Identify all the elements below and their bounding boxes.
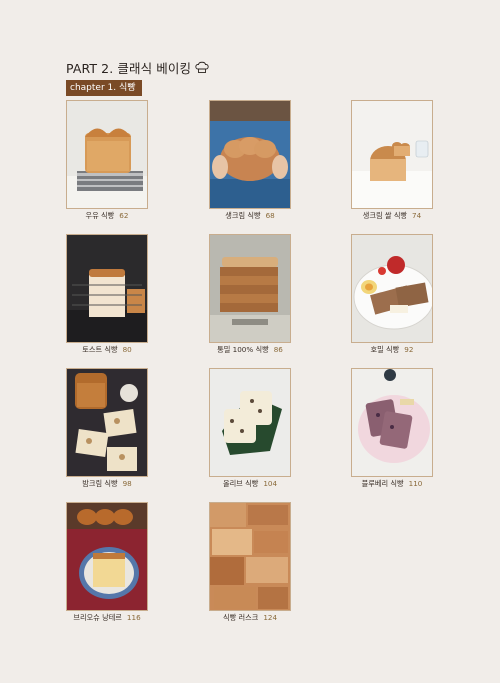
recipe-page: 62 — [119, 211, 129, 220]
recipe-card[interactable]: 식빵 러스크 124 — [209, 502, 291, 622]
recipe-card[interactable]: 밤크림 식빵 98 — [66, 368, 148, 488]
recipe-photo — [351, 100, 433, 209]
recipe-page: 92 — [404, 345, 414, 354]
recipe-photo — [66, 502, 148, 611]
recipe-page: 68 — [265, 211, 275, 220]
recipe-photo — [209, 368, 291, 477]
recipe-name: 호밀 식빵 — [370, 345, 400, 354]
recipe-photo — [66, 100, 148, 209]
recipe-name: 통밀 100% 식빵 — [217, 345, 269, 354]
recipe-caption: 토스트 식빵 80 — [36, 345, 178, 355]
recipe-caption: 통밀 100% 식빵 86 — [179, 345, 321, 355]
recipe-card[interactable]: 통밀 100% 식빵 86 — [209, 234, 291, 354]
recipe-card[interactable]: 토스트 식빵 80 — [66, 234, 148, 354]
recipe-photo — [209, 234, 291, 343]
recipe-name: 우유 식빵 — [85, 211, 115, 220]
recipe-name: 블루베리 식빵 — [361, 479, 404, 488]
recipe-card[interactable]: 우유 식빵 62 — [66, 100, 148, 220]
recipe-card[interactable]: 호밀 식빵 92 — [351, 234, 433, 354]
recipe-page: 116 — [126, 613, 141, 622]
recipe-page: 124 — [263, 613, 278, 622]
recipe-photo — [66, 234, 148, 343]
recipe-page: 74 — [412, 211, 422, 220]
recipe-name: 브리오슈 낭테르 — [73, 613, 122, 622]
recipe-page: 98 — [122, 479, 132, 488]
recipe-caption: 올리브 식빵 104 — [179, 479, 321, 489]
recipe-name: 밤크림 식빵 — [82, 479, 118, 488]
recipe-caption: 생크림 식빵 68 — [179, 211, 321, 221]
recipe-caption: 밤크림 식빵 98 — [36, 479, 178, 489]
recipe-page: 110 — [408, 479, 423, 488]
recipe-caption: 우유 식빵 62 — [36, 211, 178, 221]
recipe-name: 식빵 러스크 — [222, 613, 259, 622]
recipe-name: 생크림 식빵 — [225, 211, 261, 220]
recipe-caption: 생크림 쌀 식빵 74 — [321, 211, 463, 221]
recipe-card[interactable]: 블루베리 식빵 110 — [351, 368, 433, 488]
recipe-photo — [209, 100, 291, 209]
recipe-photo — [351, 368, 433, 477]
recipe-name: 생크림 쌀 식빵 — [362, 211, 408, 220]
recipe-caption: 호밀 식빵 92 — [321, 345, 463, 355]
recipe-caption: 식빵 러스크 124 — [179, 613, 321, 623]
recipe-page: 80 — [122, 345, 132, 354]
recipe-photo — [66, 368, 148, 477]
recipe-card[interactable]: 생크림 식빵 68 — [209, 100, 291, 220]
recipe-page: 86 — [273, 345, 283, 354]
recipe-card[interactable]: 생크림 쌀 식빵 74 — [351, 100, 433, 220]
recipe-card[interactable]: 올리브 식빵 104 — [209, 368, 291, 488]
recipe-card[interactable]: 브리오슈 낭테르 116 — [66, 502, 148, 622]
recipe-photo — [351, 234, 433, 343]
recipe-photo — [209, 502, 291, 611]
recipe-page: 104 — [263, 479, 278, 488]
recipe-caption: 블루베리 식빵 110 — [321, 479, 463, 489]
recipe-grid: 우유 식빵 62 생크림 식빵 68 생크림 쌀 식빵 74 토스트 식빵 80… — [0, 0, 500, 683]
recipe-name: 토스트 식빵 — [82, 345, 118, 354]
recipe-name: 올리브 식빵 — [222, 479, 259, 488]
recipe-caption: 브리오슈 낭테르 116 — [36, 613, 178, 623]
